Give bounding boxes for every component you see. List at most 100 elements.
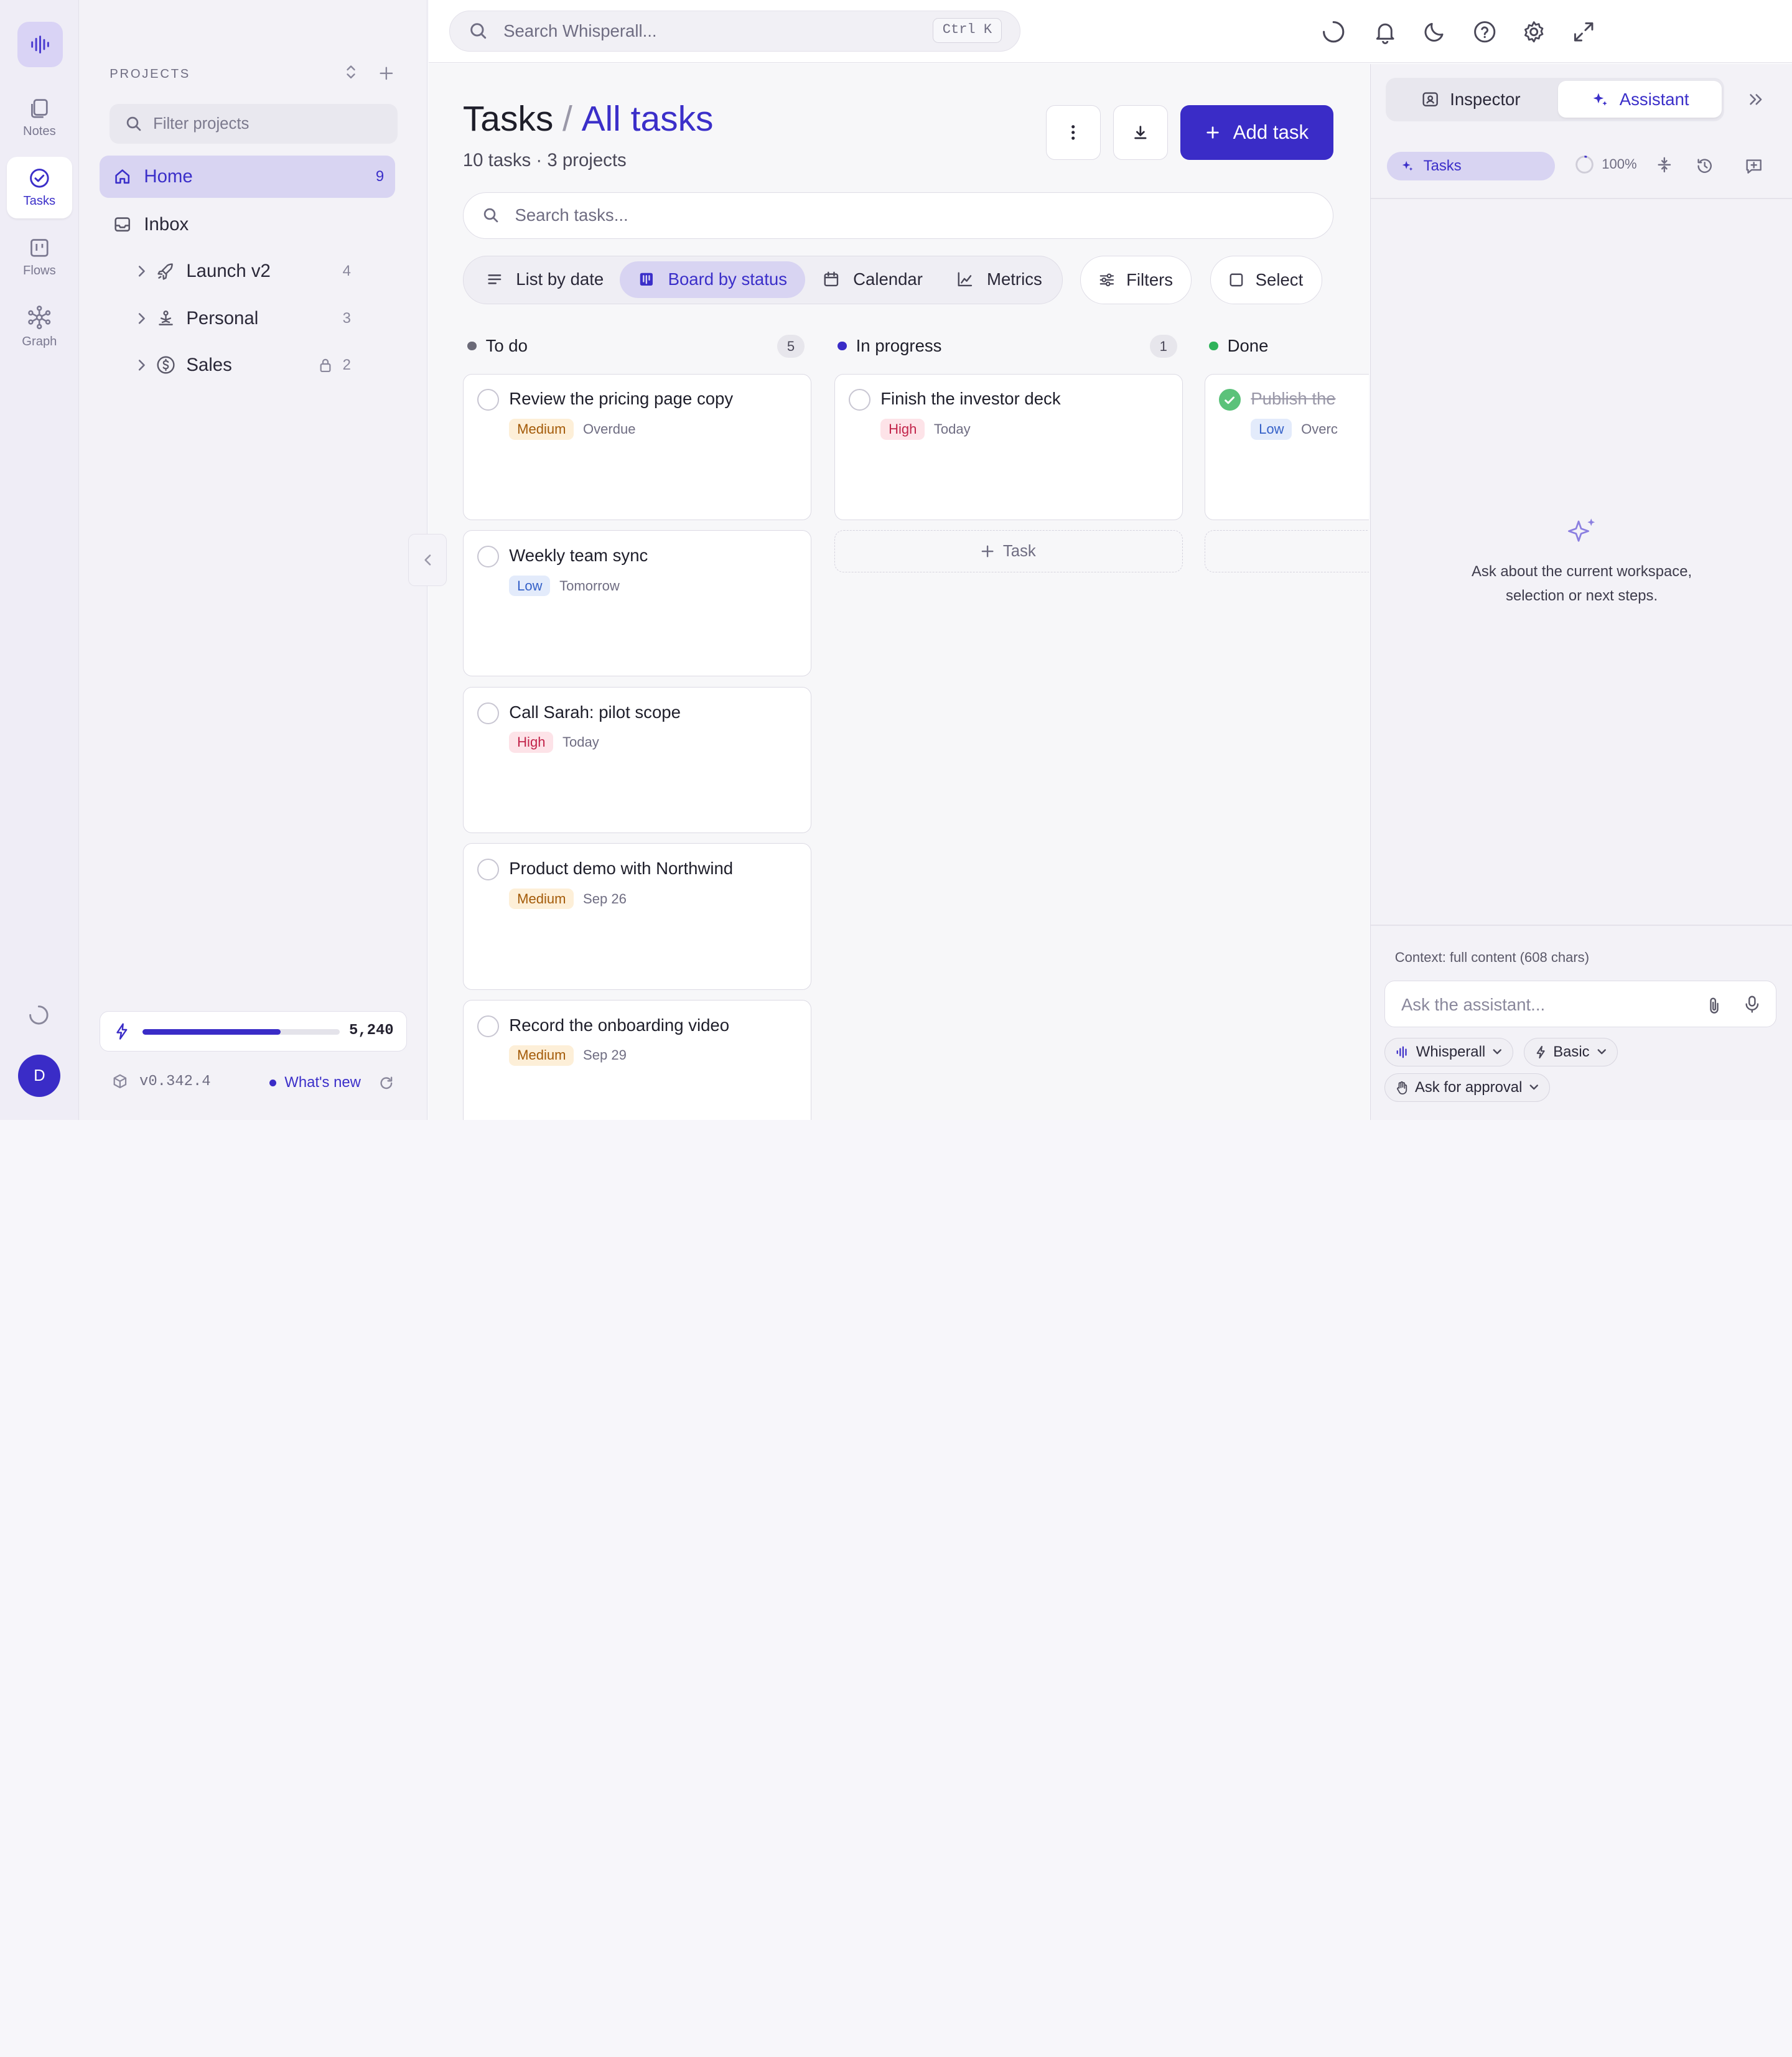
view-list-by-date[interactable]: List by date [468,261,622,298]
priority-badge: Medium [509,1045,574,1066]
sidebar-item-label: Launch v2 [186,261,271,282]
due-label: Today [562,734,599,750]
sidebar-project-launch-v2[interactable]: Launch v2 4 [134,250,362,292]
checkbox-icon [1230,273,1243,287]
refresh-icon[interactable] [378,1075,394,1091]
sidebar-project-personal[interactable]: Personal 3 [134,297,362,340]
mode-select[interactable]: Basic [1524,1037,1618,1066]
expand-icon[interactable] [1571,19,1596,44]
task-card[interactable]: Product demo with Northwind Medium Sep 26 [462,843,812,990]
filter-projects-input[interactable]: Filter projects [110,104,398,144]
chevron-down-icon [1493,1049,1502,1055]
rail-item-flows[interactable]: Flows [7,226,72,288]
waveform-icon [30,35,49,54]
new-chat-icon[interactable] [1745,157,1763,175]
task-checkbox[interactable] [477,859,499,881]
avatar[interactable]: D [18,1055,61,1098]
rail-item-graph[interactable]: Graph [7,296,72,358]
chevron-right-icon[interactable] [134,357,150,373]
chevron-right-icon[interactable] [134,263,150,279]
task-search-input[interactable]: Search tasks... [462,192,1334,239]
tab-label: Inspector [1450,89,1521,109]
task-checkbox[interactable] [477,546,499,567]
filters-button[interactable]: Filters [1080,256,1192,304]
breadcrumb[interactable]: All tasks [582,99,714,139]
task-card[interactable]: Record the onboarding video Medium Sep 29 [462,1000,812,1120]
collapse-sidebar-button[interactable] [408,533,447,587]
view-metrics[interactable]: Metrics [939,261,1060,298]
sync-spinner-icon[interactable] [1321,19,1346,44]
history-icon[interactable] [1696,157,1714,175]
task-checkbox-checked[interactable] [1218,389,1241,411]
assistant-empty-state: Ask about the current workspace, selecti… [1371,515,1792,609]
column-title: Done [1227,335,1269,355]
whats-new-link[interactable]: What's new [269,1074,361,1091]
priority-badge: Medium [509,419,574,440]
task-checkbox[interactable] [477,1015,499,1037]
usage-track [142,1029,340,1035]
context-chip[interactable]: Tasks [1386,152,1555,181]
chevron-left-icon [424,554,431,566]
assistant-input[interactable]: Ask the assistant... [1384,980,1777,1028]
help-icon[interactable] [1472,19,1497,44]
task-card[interactable]: Finish the investor deck High Today [834,373,1183,520]
due-label: Sep 26 [583,890,627,907]
settings-gear-icon[interactable] [1521,19,1546,44]
tab-inspector[interactable]: Inspector [1389,81,1553,118]
rail-item-tasks[interactable]: Tasks [7,156,72,218]
notifications-bell-icon[interactable] [1373,19,1398,45]
sidebar-item-inbox[interactable]: Inbox [100,203,396,246]
view-board-by-status[interactable]: Board by status [620,261,806,298]
list-icon [487,274,501,284]
tab-assistant[interactable]: Assistant [1558,81,1722,118]
global-search-input[interactable]: Search Whisperall... Ctrl K [449,10,1021,52]
view-label: Board by status [668,269,787,289]
priority-badge: Medium [509,889,574,910]
compress-icon[interactable] [1656,157,1673,173]
task-card[interactable]: Weekly team sync Low Tomorrow [462,530,812,677]
progress-ring-icon [1575,156,1594,174]
download-button[interactable] [1113,105,1169,161]
sort-icon[interactable] [344,63,358,81]
dark-mode-moon-icon[interactable] [1422,19,1447,44]
due-label: Overdue [583,421,636,437]
task-card[interactable]: Publish the Low Overc [1204,373,1370,520]
empty-state-line1: Ask about the current workspace, [1472,562,1692,580]
task-checkbox[interactable] [848,389,870,411]
add-task-in-column-label: Task [1002,542,1036,560]
mode-select-value: Basic [1553,1043,1590,1060]
model-select[interactable]: Whisperall [1384,1037,1514,1066]
add-project-icon[interactable] [378,65,394,82]
more-options-button[interactable] [1045,105,1101,161]
select-button[interactable]: Select [1210,256,1322,304]
sidebar-item-home[interactable]: Home 9 [99,155,396,198]
task-card[interactable]: Review the pricing page copy Medium Overd… [462,373,812,520]
sidebar-project-sales[interactable]: Sales 2 [134,344,362,386]
task-checkbox[interactable] [477,702,499,724]
task-checkbox[interactable] [477,389,499,411]
microphone-icon[interactable] [1744,995,1760,1013]
column-count: 5 [777,335,805,358]
rail-item-label: Graph [22,335,57,349]
add-task-button[interactable]: Add task [1180,105,1334,161]
collapse-panel-icon[interactable] [1748,91,1764,108]
task-card[interactable]: Call Sarah: pilot scope High Today [462,686,812,833]
sliders-icon [1099,273,1114,287]
due-label: Tomorrow [559,577,620,594]
task-title: Publish the [1251,389,1336,409]
whats-new-label: What's new [284,1074,361,1091]
view-calendar[interactable]: Calendar [805,261,941,298]
column-done-header: Done [1209,336,1268,356]
filter-projects-placeholder: Filter projects [153,114,250,133]
approval-select[interactable]: Ask for approval [1384,1073,1551,1102]
priority-badge: High [509,732,554,753]
chevron-right-icon[interactable] [134,310,150,327]
rail-item-notes[interactable]: Notes [7,87,72,149]
app-logo[interactable] [17,21,63,68]
package-icon [113,1074,127,1089]
graph-icon [28,306,51,330]
attach-paperclip-icon[interactable] [1707,996,1721,1014]
add-task-in-column-button[interactable]: Task [834,530,1183,573]
divider [1371,924,1792,926]
add-task-in-column-button[interactable] [1204,530,1370,573]
